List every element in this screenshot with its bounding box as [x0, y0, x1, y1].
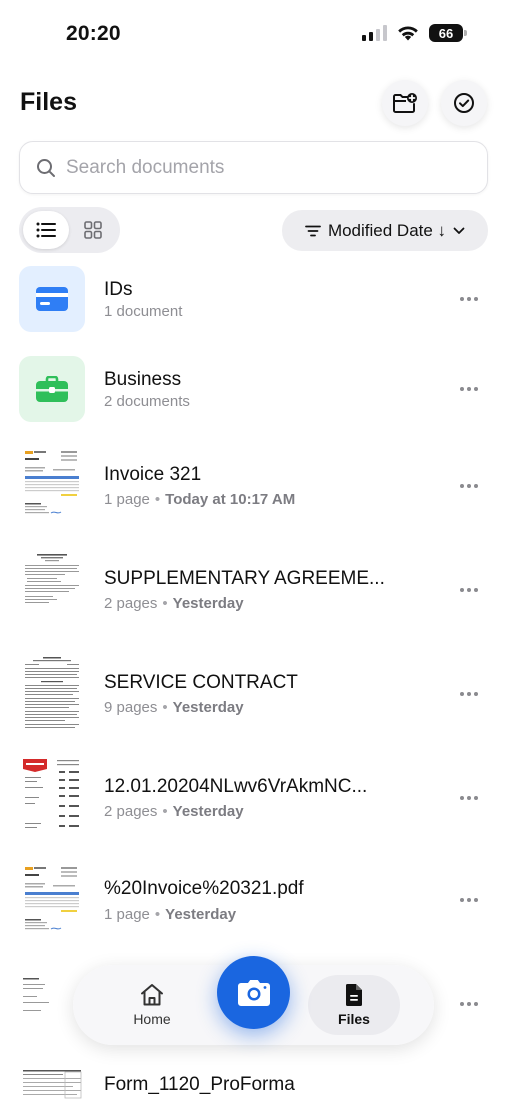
wifi-icon [398, 26, 418, 41]
tax-form-preview-image [21, 1068, 83, 1100]
item-date: Yesterday [172, 803, 244, 820]
tab-home-label: Home [133, 1011, 171, 1027]
item-name: 12.01.20204NLwv6VrAkmNC... [104, 776, 368, 797]
folder-thumbnail [19, 266, 85, 332]
item-name: Business [104, 369, 182, 390]
chevron-down-icon [453, 227, 465, 234]
document-thumbnail [21, 863, 83, 943]
list-item[interactable]: %20Invoice%20321.pdf 1 page • Yesterday [0, 861, 507, 945]
item-name: Form_1120_ProForma [104, 1074, 295, 1095]
battery-level: 66 [438, 25, 454, 41]
tab-files-label: Files [338, 1011, 370, 1027]
search-icon [37, 158, 55, 177]
document-thumbnail [21, 655, 83, 735]
status-bar: 20:20 66 [0, 0, 507, 66]
sort-lines-icon [305, 225, 321, 236]
item-pages: 1 page [104, 491, 150, 508]
tab-home[interactable]: Home [106, 975, 198, 1035]
item-meta: 2 documents [104, 393, 190, 410]
item-name: %20Invoice%20321.pdf [104, 878, 304, 899]
invoice-preview-image [21, 447, 83, 527]
camera-icon [237, 979, 270, 1006]
receipt-preview-image [21, 757, 83, 837]
status-time: 20:20 [66, 22, 121, 45]
folder-thumbnail [19, 356, 85, 422]
search-bar[interactable] [19, 141, 488, 194]
more-options-button[interactable] [456, 687, 482, 701]
more-options-button[interactable] [456, 583, 482, 597]
item-meta: 2 pages • Yesterday [104, 595, 244, 612]
item-meta: 1 page • Today at 10:17 AM [104, 491, 296, 508]
cellular-signal-icon [362, 25, 387, 41]
sort-label: Modified Date ↓ [327, 220, 447, 240]
tab-files[interactable]: Files [308, 975, 400, 1035]
grid-icon [84, 221, 102, 239]
search-input[interactable] [66, 156, 466, 179]
checkmark-circle-icon [454, 93, 474, 113]
more-options-button[interactable] [456, 382, 482, 396]
new-folder-button[interactable] [382, 80, 428, 126]
list-view-button[interactable] [23, 211, 69, 249]
item-meta: 1 page • Yesterday [104, 906, 237, 923]
item-name: SUPPLEMENTARY AGREEME... [104, 568, 385, 589]
more-options-button[interactable] [456, 791, 482, 805]
item-meta: 2 pages • Yesterday [104, 803, 244, 820]
briefcase-icon [36, 376, 68, 402]
item-date: Today at 10:17 AM [165, 491, 296, 508]
document-thumbnail [21, 551, 83, 631]
item-date: Yesterday [172, 699, 244, 716]
scan-camera-button[interactable] [217, 956, 290, 1029]
more-options-button[interactable] [456, 479, 482, 493]
list-icon [36, 222, 56, 238]
battery-indicator: 66 [429, 24, 467, 42]
item-name: SERVICE CONTRACT [104, 672, 298, 693]
grid-view-button[interactable] [70, 211, 116, 249]
item-pages: 2 pages [104, 595, 158, 612]
document-thumbnail [21, 447, 83, 527]
item-pages: 9 pages [104, 699, 158, 716]
item-name: Invoice 321 [104, 464, 202, 485]
item-name: IDs [104, 279, 133, 300]
item-meta: 9 pages • Yesterday [104, 699, 244, 716]
list-item[interactable]: Form_1120_ProForma [0, 1066, 507, 1100]
more-options-button[interactable] [456, 997, 482, 1011]
list-item[interactable]: SUPPLEMENTARY AGREEME... 2 pages • Yesterd… [0, 549, 507, 633]
item-date: Yesterday [165, 906, 237, 923]
document-thumbnail [21, 757, 83, 837]
view-toggle [19, 207, 120, 253]
page-title: Files [20, 88, 77, 116]
item-pages: 1 page [104, 906, 150, 923]
sort-button[interactable]: Modified Date ↓ [282, 210, 488, 251]
item-meta: 1 document [104, 303, 183, 320]
status-icons: 66 [362, 24, 467, 42]
home-icon [141, 984, 163, 1006]
document-thumbnail [21, 1068, 83, 1100]
contract-preview-image [21, 655, 83, 735]
item-date: Yesterday [172, 595, 244, 612]
more-options-button[interactable] [456, 292, 482, 306]
invoice-pdf-preview-image [21, 863, 83, 943]
list-item[interactable]: SERVICE CONTRACT 9 pages • Yesterday [0, 653, 507, 737]
list-item[interactable]: IDs 1 document [0, 265, 507, 333]
document-icon [346, 984, 362, 1006]
list-item[interactable]: Invoice 321 1 page • Today at 10:17 AM [0, 445, 507, 529]
agreement-preview-image [21, 551, 83, 631]
select-button[interactable] [441, 80, 487, 126]
more-options-button[interactable] [456, 893, 482, 907]
list-item[interactable]: 12.01.20204NLwv6VrAkmNC... 2 pages • Yeste… [0, 757, 507, 841]
folder-add-icon [393, 93, 417, 113]
list-item[interactable]: Business 2 documents [0, 355, 507, 423]
id-card-icon [36, 287, 68, 311]
item-pages: 2 pages [104, 803, 158, 820]
